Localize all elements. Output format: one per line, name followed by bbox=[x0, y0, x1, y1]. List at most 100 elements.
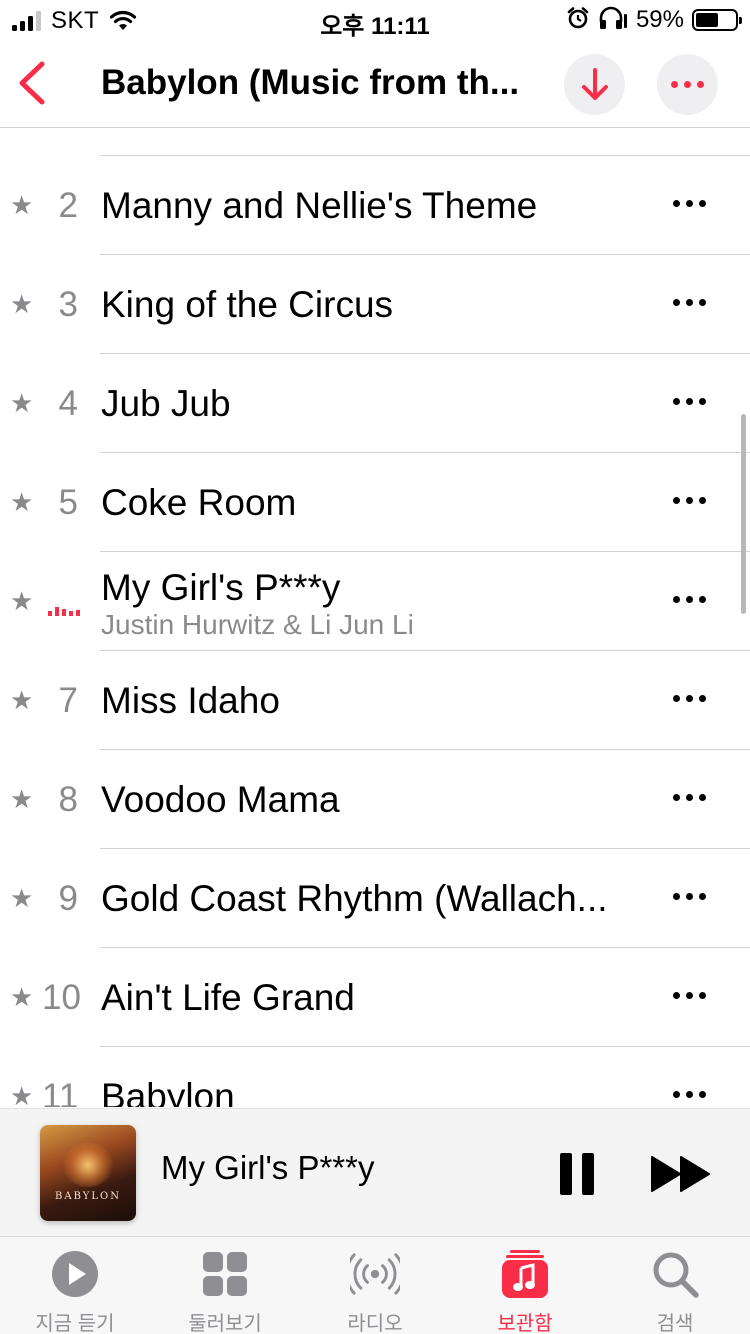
track-list[interactable]: ★ 2 Manny and Nellie's Theme ★ 3 King of the … bbox=[0, 129, 750, 1107]
album-art[interactable]: BABYLON bbox=[40, 1125, 136, 1221]
track-number: 3 bbox=[58, 285, 78, 324]
ellipsis-dot bbox=[686, 398, 693, 405]
favorite-star-icon[interactable]: ★ bbox=[10, 651, 33, 750]
ellipsis-dot bbox=[699, 695, 706, 702]
favorite-star-icon[interactable]: ★ bbox=[10, 255, 33, 354]
ellipsis-dot bbox=[686, 200, 693, 207]
track-row-now-playing[interactable]: ★ My Girl's P***y Justin Hurwitz & Li Jun … bbox=[10, 552, 750, 651]
pause-button[interactable] bbox=[560, 1153, 594, 1195]
track-more-button[interactable] bbox=[673, 695, 706, 702]
tab-listen-now[interactable]: 지금 듣기 bbox=[0, 1237, 150, 1334]
track-title: Babylon bbox=[101, 1076, 235, 1107]
track-row[interactable]: ★ 11 Babylon bbox=[10, 1047, 750, 1107]
track-title: Miss Idaho bbox=[101, 680, 280, 721]
play-circle-icon bbox=[52, 1251, 98, 1297]
favorite-star-icon[interactable]: ★ bbox=[10, 849, 33, 948]
track-row[interactable]: ★ 8 Voodoo Mama bbox=[10, 750, 750, 849]
favorite-star-icon[interactable]: ★ bbox=[10, 750, 33, 849]
track-title: King of the Circus bbox=[101, 284, 394, 325]
favorite-star-icon[interactable]: ★ bbox=[10, 453, 33, 552]
ellipsis-dot bbox=[699, 1091, 706, 1098]
fast-forward-icon bbox=[651, 1156, 710, 1192]
track-row[interactable]: ★ 2 Manny and Nellie's Theme bbox=[10, 156, 750, 255]
tab-search[interactable]: 검색 bbox=[600, 1237, 750, 1334]
track-number: 7 bbox=[58, 681, 78, 720]
track-more-button[interactable] bbox=[673, 893, 706, 900]
ellipsis-dot bbox=[686, 299, 693, 306]
battery-icon bbox=[692, 9, 742, 31]
ellipsis-dot bbox=[686, 497, 693, 504]
now-playing-title[interactable]: My Girl's P***y bbox=[161, 1149, 375, 1187]
track-row[interactable]: ★ 3 King of the Circus bbox=[10, 255, 750, 354]
ellipsis-dot bbox=[673, 695, 680, 702]
status-bar: SKT 오후 11:11 59% bbox=[0, 0, 750, 40]
tab-label: 지금 듣기 bbox=[35, 1313, 115, 1334]
mini-player[interactable]: BABYLON My Girl's P***y bbox=[0, 1108, 750, 1236]
track-row[interactable]: ★ 5 Coke Room bbox=[10, 453, 750, 552]
ellipsis-dot bbox=[686, 1091, 693, 1098]
album-art-title: BABYLON bbox=[55, 1191, 121, 1202]
track-title: Manny and Nellie's Theme bbox=[101, 185, 538, 226]
ellipsis-dot bbox=[673, 794, 680, 801]
track-list-content: ★ 2 Manny and Nellie's Theme ★ 3 King of the … bbox=[0, 129, 750, 1107]
battery-percent: 59% bbox=[635, 6, 684, 33]
track-number: 11 bbox=[42, 1077, 79, 1107]
radio-waves-icon bbox=[350, 1253, 400, 1295]
next-track-button[interactable] bbox=[650, 1155, 712, 1198]
nav-header: Babylon (Music from th... bbox=[0, 40, 750, 128]
ellipsis-dot bbox=[686, 695, 693, 702]
track-row[interactable]: ★ 10 Ain't Life Grand bbox=[10, 948, 750, 1047]
track-more-button[interactable] bbox=[673, 596, 706, 603]
track-title: Ain't Life Grand bbox=[101, 977, 355, 1018]
ellipsis-dot bbox=[699, 200, 706, 207]
track-number: 4 bbox=[58, 384, 78, 423]
tab-label: 둘러보기 bbox=[188, 1313, 262, 1334]
ellipsis-dot bbox=[699, 893, 706, 900]
tab-bar: 지금 듣기 둘러보기 라디오 보관함 검색 bbox=[0, 1236, 750, 1334]
favorite-star-icon[interactable]: ★ bbox=[10, 1047, 33, 1107]
track-title: Voodoo Mama bbox=[101, 779, 340, 820]
now-playing-equalizer-icon bbox=[48, 602, 80, 616]
favorite-star-icon[interactable]: ★ bbox=[10, 948, 33, 1047]
ellipsis-dot bbox=[673, 497, 680, 504]
pause-icon-bar bbox=[560, 1153, 572, 1195]
track-title: Gold Coast Rhythm (Wallach... bbox=[101, 878, 608, 919]
track-more-button[interactable] bbox=[673, 200, 706, 207]
headphones-icon bbox=[598, 6, 628, 35]
download-button[interactable] bbox=[564, 54, 625, 115]
track-number: 2 bbox=[58, 186, 78, 225]
favorite-star-icon[interactable]: ★ bbox=[10, 156, 33, 255]
chevron-left-icon bbox=[19, 61, 45, 105]
ellipsis-dot bbox=[673, 1091, 680, 1098]
track-row[interactable]: ★ 4 Jub Jub bbox=[10, 354, 750, 453]
alarm-icon bbox=[566, 6, 590, 35]
track-more-button[interactable] bbox=[673, 299, 706, 306]
arrow-down-icon bbox=[581, 67, 608, 100]
tab-radio[interactable]: 라디오 bbox=[300, 1237, 450, 1334]
track-more-button[interactable] bbox=[673, 992, 706, 999]
favorite-star-icon[interactable]: ★ bbox=[10, 552, 33, 651]
track-number: 10 bbox=[42, 978, 81, 1017]
track-more-button[interactable] bbox=[673, 794, 706, 801]
tab-browse[interactable]: 둘러보기 bbox=[150, 1237, 300, 1334]
more-options-button[interactable] bbox=[657, 54, 718, 115]
ellipsis-dot bbox=[673, 299, 680, 306]
track-more-button[interactable] bbox=[673, 1091, 706, 1098]
tab-library[interactable]: 보관함 bbox=[450, 1237, 600, 1334]
favorite-star-icon[interactable]: ★ bbox=[10, 354, 33, 453]
ellipsis-dot bbox=[673, 398, 680, 405]
track-row[interactable]: ★ 7 Miss Idaho bbox=[10, 651, 750, 750]
track-row-offscreen bbox=[100, 129, 750, 156]
track-more-button[interactable] bbox=[673, 497, 706, 504]
ellipsis-dot bbox=[699, 299, 706, 306]
ellipsis-icon bbox=[671, 81, 704, 88]
tab-label: 라디오 bbox=[347, 1313, 403, 1334]
status-bar-right: 59% bbox=[566, 6, 742, 35]
scrollbar[interactable] bbox=[741, 414, 746, 614]
back-button[interactable] bbox=[14, 60, 54, 106]
ellipsis-dot bbox=[686, 992, 693, 999]
ellipsis-dot bbox=[673, 596, 680, 603]
track-more-button[interactable] bbox=[673, 398, 706, 405]
track-row[interactable]: ★ 9 Gold Coast Rhythm (Wallach... bbox=[10, 849, 750, 948]
track-number: 5 bbox=[58, 483, 78, 522]
